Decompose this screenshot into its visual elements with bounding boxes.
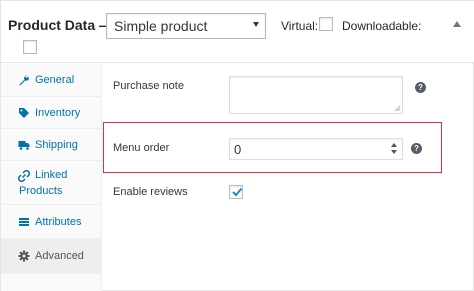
tab-advanced[interactable]: Advanced [1, 239, 101, 274]
virtual-checkbox[interactable] [319, 17, 333, 31]
tab-attributes[interactable]: Attributes [1, 205, 101, 239]
tab-general[interactable]: General [1, 64, 101, 97]
tab-label-line1: Linked [35, 169, 68, 181]
product-data-panel: Product Data — Simple product Virtual: D… [0, 0, 474, 291]
help-icon[interactable]: ? [415, 82, 426, 93]
menu-order-input[interactable]: 0 [229, 138, 403, 160]
tab-label: Advanced [35, 250, 84, 262]
tag-icon [19, 108, 29, 118]
wrench-icon [19, 75, 29, 86]
truck-icon [18, 141, 30, 150]
resize-handle-icon[interactable] [394, 105, 401, 112]
panel-title: Product Data — [8, 17, 114, 33]
tab-linked-products[interactable]: Linked Products [1, 161, 101, 205]
product-type-value: Simple product [114, 18, 208, 34]
link-icon [18, 170, 30, 182]
list-icon [19, 218, 29, 226]
collapse-toggle-icon[interactable] [453, 21, 461, 27]
tab-label-line2: Products [19, 185, 63, 197]
tab-label: Shipping [35, 139, 78, 151]
downloadable-label: Downloadable: [342, 19, 422, 33]
menu-order-label: Menu order [113, 142, 170, 154]
downloadable-checkbox[interactable] [23, 40, 37, 54]
checkmark-icon [232, 187, 243, 197]
menu-order-value: 0 [234, 142, 242, 157]
purchase-note-label: Purchase note [113, 80, 184, 92]
tab-label: General [35, 74, 75, 86]
spin-up-icon[interactable] [391, 143, 397, 147]
chevron-down-icon [253, 22, 259, 27]
spin-down-icon[interactable] [391, 150, 397, 154]
purchase-note-textarea[interactable] [229, 76, 403, 114]
help-icon[interactable]: ? [411, 143, 422, 154]
product-data-tabs: General Inventory Shipping Linked Produc… [1, 64, 102, 291]
tab-label: Attributes [35, 216, 82, 228]
enable-reviews-label: Enable reviews [113, 186, 188, 198]
virtual-label: Virtual: [281, 19, 319, 33]
tab-label: Inventory [35, 107, 81, 119]
tab-shipping[interactable]: Shipping [1, 129, 101, 161]
panel-header: Product Data — Simple product Virtual: D… [1, 1, 474, 63]
product-type-select[interactable]: Simple product [106, 13, 266, 39]
enable-reviews-checkbox[interactable] [229, 185, 243, 199]
tab-inventory[interactable]: Inventory [1, 97, 101, 129]
gear-icon [18, 250, 30, 262]
